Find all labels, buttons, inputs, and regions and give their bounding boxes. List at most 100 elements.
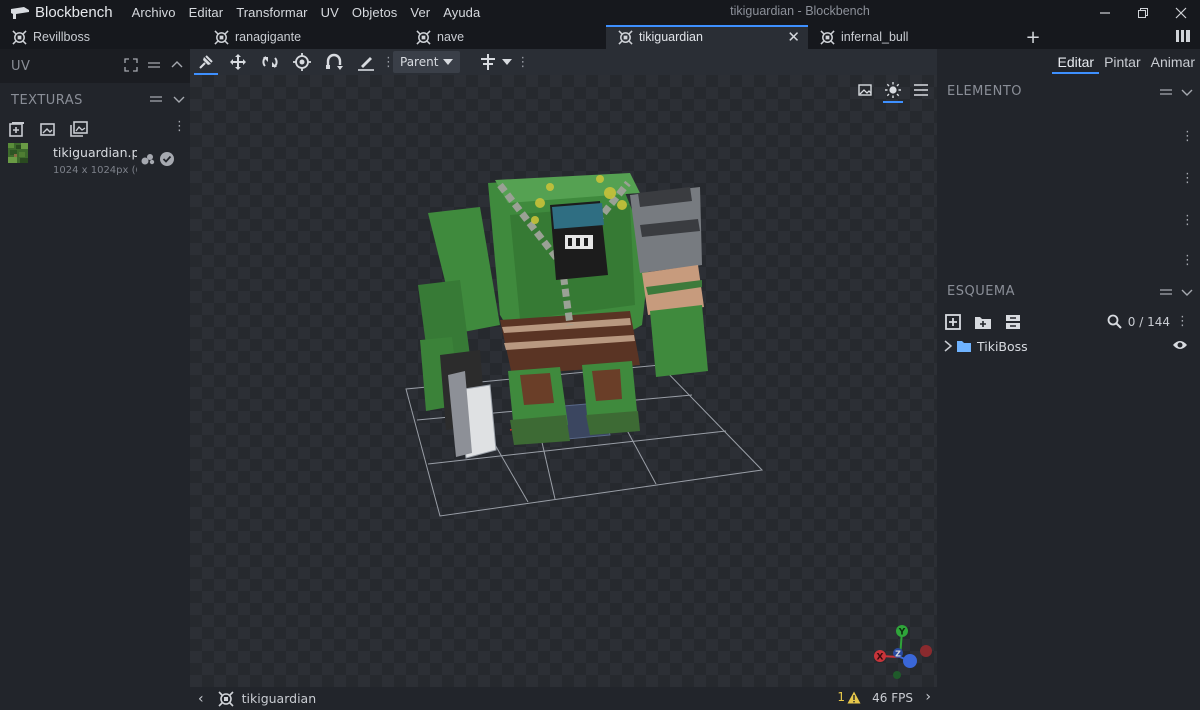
visibility-eye-icon[interactable] (1172, 339, 1188, 351)
chevron-right-icon[interactable] (943, 340, 953, 352)
gizmo-x-label: X (877, 653, 884, 663)
model-format-icon (416, 29, 431, 45)
mode-selector: Editar Pintar Animar (937, 49, 1200, 75)
image-icon (858, 84, 872, 96)
outliner-more-icon[interactable]: ⋮ (1176, 314, 1189, 329)
project-tab-bar: Revillboss ranagigante nave tikiguardian… (0, 25, 1200, 49)
tool-move-card[interactable] (190, 49, 222, 75)
minimize-button[interactable] (1086, 0, 1124, 25)
left-sidebar: UV TEXTURAS ⋮ tikiguardian.p 1024 x 1024… (0, 49, 190, 710)
tab-label: Revillboss (33, 30, 90, 44)
tab-infernal-bull[interactable]: infernal_bull (808, 25, 1010, 49)
magnet-icon (326, 53, 343, 70)
transform-space-select[interactable]: Parent (393, 51, 461, 73)
tool-move[interactable] (222, 49, 254, 75)
collapse-groups-icon[interactable] (1005, 314, 1021, 330)
window-title: tikiguardian - Blockbench (730, 4, 870, 18)
fps-counter: 46 FPS (872, 691, 913, 705)
minimize-icon (1100, 11, 1110, 14)
add-group-icon[interactable] (974, 314, 992, 330)
lighting-toggle[interactable] (883, 79, 903, 103)
chevron-down-icon[interactable] (1180, 85, 1194, 99)
new-tab-button[interactable]: + (1018, 25, 1048, 49)
3d-viewport[interactable]: Y X Z (190, 75, 937, 687)
element-panel-header[interactable]: ELEMENTO (937, 75, 1200, 107)
model-render[interactable] (190, 75, 937, 687)
restore-icon (1138, 7, 1148, 18)
element-row-more-icon[interactable]: ⋮ (1181, 129, 1194, 144)
texture-thumbnail (8, 143, 28, 163)
add-cube-icon[interactable] (945, 314, 961, 330)
chevron-right-icon[interactable]: › (925, 689, 931, 705)
model-format-icon (214, 29, 229, 45)
chevron-up-icon[interactable] (170, 58, 184, 72)
tab-revillboss[interactable]: Revillboss (0, 25, 202, 49)
chevron-down-icon[interactable] (502, 58, 513, 66)
tool-pivot[interactable] (286, 49, 318, 75)
status-bar: ‹ tikiguardian 1 46 FPS › (190, 687, 937, 710)
outliner-toolbar: 0 / 144 ⋮ (945, 312, 1195, 332)
close-tab-icon[interactable]: ✕ (787, 28, 800, 46)
warning-count: 1 (837, 690, 845, 704)
restore-button[interactable] (1124, 0, 1162, 25)
viewport-controls (855, 79, 931, 103)
outliner-row[interactable]: TikiBoss (937, 335, 1200, 357)
check-circle-icon[interactable] (159, 151, 175, 167)
element-row-more-icon[interactable]: ⋮ (1181, 253, 1194, 268)
screenshot-button[interactable] (855, 79, 875, 101)
orientation-gizmo[interactable]: Y X Z (868, 623, 934, 683)
particle-icon[interactable] (140, 151, 156, 167)
mode-paint[interactable]: Pintar (1099, 49, 1146, 75)
tool-rotate[interactable] (254, 49, 286, 75)
viewport-menu-button[interactable] (911, 79, 931, 101)
gizmo-z-label: Z (895, 650, 901, 659)
mode-edit[interactable]: Editar (1052, 49, 1099, 75)
tab-nave[interactable]: nave (404, 25, 606, 49)
toolbar-more-icon[interactable]: ⋮ (382, 55, 395, 70)
fullscreen-icon[interactable] (124, 58, 138, 72)
chevron-down-icon[interactable] (172, 92, 186, 106)
title-bar: Blockbench Archivo Editar Transformar UV… (0, 0, 1200, 25)
texture-item[interactable]: tikiguardian.png 1024 x 1024px (64x64) (0, 141, 190, 181)
chevron-left-icon[interactable]: ‹ (198, 691, 204, 707)
panel-menu-icon[interactable] (147, 58, 161, 72)
tool-brush[interactable] (350, 49, 382, 75)
add-texture-icon[interactable] (8, 121, 26, 137)
warning-icon (847, 691, 861, 703)
texture-folder-icon[interactable] (70, 121, 88, 137)
tool-vertex-snap[interactable] (318, 49, 350, 75)
tab-label: tikiguardian (639, 30, 703, 44)
textures-panel-header[interactable]: TEXTURAS (0, 83, 190, 117)
panel-menu-icon[interactable] (1159, 285, 1173, 299)
element-panel-title: ELEMENTO (947, 83, 1022, 99)
search-icon[interactable] (1107, 314, 1122, 329)
import-texture-icon[interactable] (39, 121, 57, 137)
panel-menu-icon[interactable] (1159, 85, 1173, 99)
mode-animate[interactable]: Animar (1146, 49, 1200, 75)
window-controls (1086, 0, 1200, 25)
sidebar-toggle-icon[interactable] (1176, 30, 1190, 42)
toolbar-more-icon[interactable]: ⋮ (516, 55, 529, 70)
outliner-panel-title: ESQUEMA (947, 283, 1016, 299)
warnings-indicator[interactable]: 1 (837, 690, 861, 704)
gizmo-neg-x-axis (920, 645, 932, 657)
textures-panel-title: TEXTURAS (11, 92, 83, 108)
chevron-down-icon (443, 59, 454, 65)
snap-settings-button[interactable] (474, 49, 502, 75)
tab-ranagigante[interactable]: ranagigante (202, 25, 404, 49)
tab-label: ranagigante (235, 30, 302, 44)
gizmo-z-axis (903, 654, 917, 668)
hamburger-icon (914, 84, 928, 96)
element-row-more-icon[interactable]: ⋮ (1181, 171, 1194, 186)
element-row-more-icon[interactable]: ⋮ (1181, 213, 1194, 228)
outliner-panel-header[interactable]: ESQUEMA (937, 275, 1200, 307)
more-options-icon[interactable]: ⋮ (173, 119, 186, 134)
panel-menu-icon[interactable] (149, 92, 163, 106)
transform-space-value: Parent (400, 55, 439, 69)
uv-panel-header[interactable]: UV (0, 49, 190, 83)
close-window-button[interactable] (1162, 0, 1200, 25)
tool-toolbar: ⋮ Parent ⋮ (190, 49, 937, 75)
chevron-down-icon[interactable] (1180, 285, 1194, 299)
uv-panel-title: UV (11, 58, 31, 74)
tab-tikiguardian[interactable]: tikiguardian ✕ (606, 25, 808, 49)
